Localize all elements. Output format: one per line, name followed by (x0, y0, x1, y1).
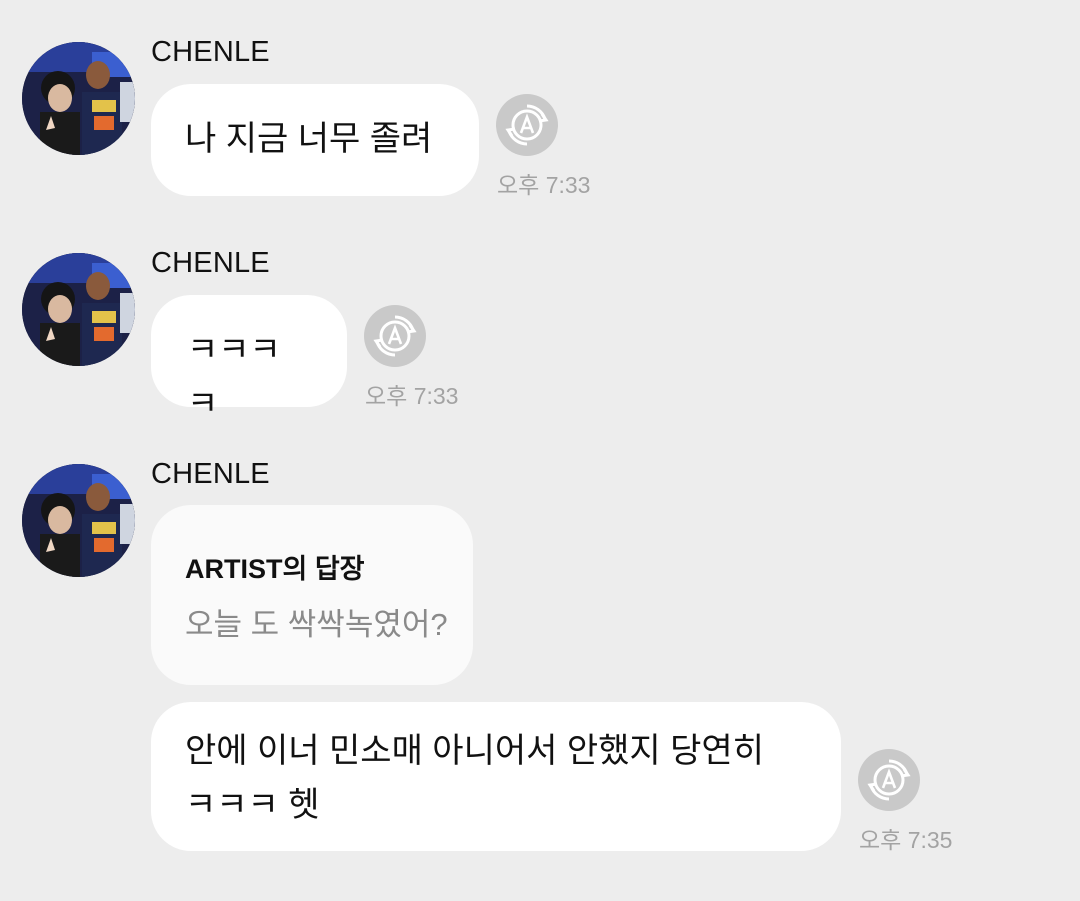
translate-button[interactable] (496, 94, 558, 156)
reply-quote-title: ARTIST의 답장 (185, 554, 365, 584)
timestamp: 오후 7:33 (365, 383, 459, 409)
sender-name: CHENLE (151, 247, 270, 279)
translate-button[interactable] (858, 749, 920, 811)
message-bubble[interactable]: ㅋㅋㅋㅋ (151, 295, 347, 423)
chat-view: CHENLE 나 지금 너무 졸려 오후 7:33 CHENLE ㅋㅋㅋㅋ 오후… (0, 0, 1080, 901)
translate-button[interactable] (364, 305, 426, 367)
sender-name: CHENLE (151, 458, 270, 490)
avatar[interactable] (22, 42, 135, 155)
message-text: 나 지금 너무 졸려 (185, 120, 433, 158)
auto-translate-icon (505, 104, 549, 146)
timestamp: 오후 7:35 (859, 827, 953, 853)
message-text-line: ㅋㅋㅋ 헷 (185, 786, 320, 824)
auto-translate-icon (373, 315, 417, 357)
avatar[interactable] (22, 464, 135, 577)
message-bubble[interactable]: 안에 이너 민소매 아니어서 안했지 당연히 ㅋㅋㅋ 헷 (151, 702, 841, 851)
auto-translate-icon (867, 759, 911, 801)
avatar[interactable] (22, 253, 135, 366)
timestamp: 오후 7:33 (497, 172, 591, 198)
reply-quote-text: 오늘 도 싹싹녹였어? (185, 607, 448, 642)
message-text-line: 안에 이너 민소매 아니어서 안했지 당연히 (185, 732, 764, 770)
sender-name: CHENLE (151, 36, 270, 68)
message-text: ㅋㅋㅋㅋ (187, 331, 281, 423)
message-bubble[interactable]: 나 지금 너무 졸려 (151, 84, 479, 196)
reply-quote[interactable]: ARTIST의 답장 오늘 도 싹싹녹였어? (151, 505, 473, 685)
